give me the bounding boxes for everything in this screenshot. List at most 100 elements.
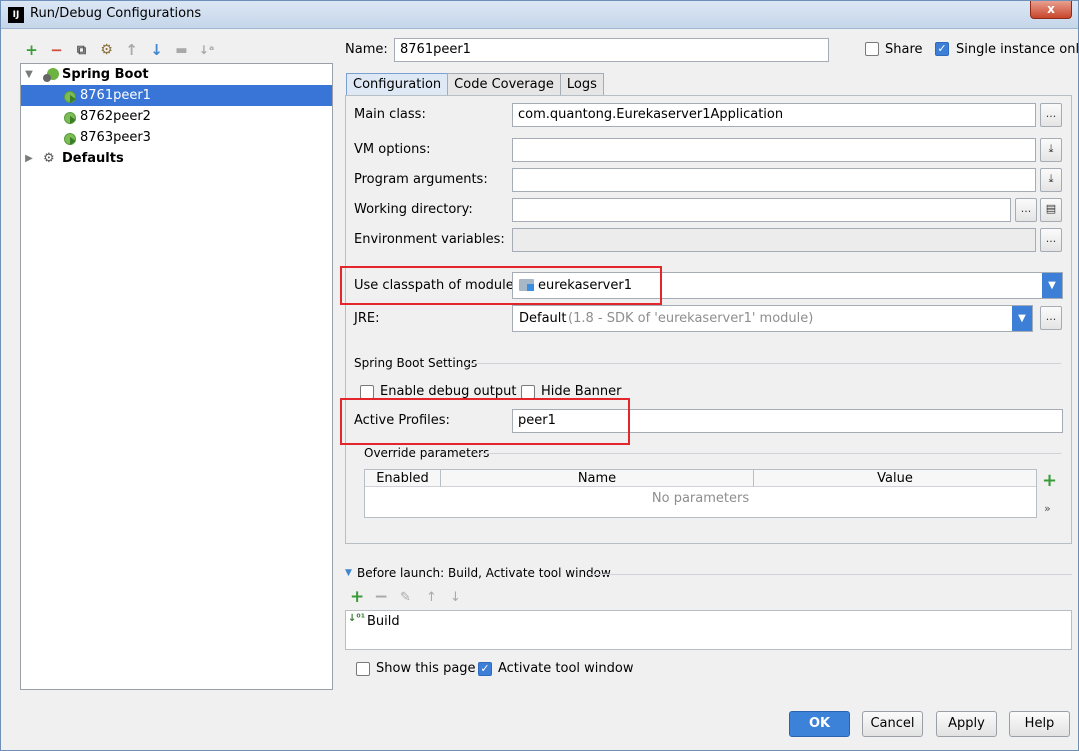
sort-icon[interactable]: ↓ᵃ	[196, 40, 217, 60]
ok-button[interactable]: OK	[789, 711, 850, 737]
tree-node-label: Defaults	[62, 151, 124, 166]
spring-run-config-icon	[64, 131, 80, 145]
wrench-icon: ⚙	[43, 151, 55, 166]
empty-table-text: No parameters	[651, 491, 750, 506]
enable-debug-output-checkbox[interactable]	[360, 385, 374, 399]
edit-environment-variables-button[interactable]: ...	[1040, 228, 1062, 252]
settings-icon[interactable]: ⚙	[96, 40, 117, 60]
insert-macro-icon[interactable]: ▤	[1040, 198, 1062, 222]
browse-working-directory-button[interactable]: ...	[1015, 198, 1037, 222]
name-label: Name:	[345, 42, 388, 57]
expanded-arrow-icon[interactable]: ▼	[24, 64, 34, 85]
configurations-toolbar: + − ⧉ ⚙ ↑ ↓ ▬ ↓ᵃ	[21, 39, 217, 61]
working-directory-field[interactable]	[512, 198, 1011, 222]
configurations-tree: ▼ Spring Boot 8761peer1 8762peer2 8763pe…	[20, 63, 333, 690]
single-instance-checkbox[interactable]: ✓	[935, 42, 949, 56]
tree-item-8763peer3[interactable]: 8763peer3	[21, 127, 332, 148]
section-divider	[468, 363, 1061, 364]
tab-logs[interactable]: Logs	[559, 73, 604, 96]
environment-variables-label: Environment variables:	[354, 232, 505, 247]
show-this-page-label: Show this page	[376, 661, 476, 676]
remove-icon[interactable]: −	[46, 40, 67, 60]
browse-jre-button[interactable]: ...	[1040, 306, 1062, 330]
tree-item-label: 8761peer1	[80, 88, 151, 103]
collapsed-arrow-icon[interactable]: ▶	[24, 148, 34, 169]
list-item-label: Build	[367, 614, 400, 629]
name-field[interactable]: 8761peer1	[394, 38, 829, 62]
jre-value: Default	[519, 311, 567, 326]
config-tabs: Configuration Code Coverage Logs	[346, 73, 604, 96]
tree-node-spring-boot[interactable]: ▼ Spring Boot	[21, 64, 332, 85]
override-parameters-title: Override parameters	[364, 446, 490, 460]
activate-tool-window-label: Activate tool window	[498, 661, 634, 676]
tab-configuration[interactable]: Configuration	[346, 73, 449, 96]
window-title: Run/Debug Configurations	[30, 6, 202, 21]
cancel-button[interactable]: Cancel	[862, 711, 923, 737]
remove-task-icon[interactable]: −	[374, 587, 388, 607]
tree-node-label: Spring Boot	[62, 67, 149, 82]
tree-node-defaults[interactable]: ▶ ⚙ Defaults	[21, 148, 332, 169]
share-checkbox[interactable]	[865, 42, 879, 56]
move-up-icon[interactable]: ↑	[121, 40, 142, 60]
tree-item-label: 8763peer3	[80, 130, 151, 145]
edit-task-icon[interactable]: ✎	[400, 590, 411, 605]
intellij-app-icon: IJ	[8, 7, 24, 23]
tab-code-coverage[interactable]: Code Coverage	[447, 73, 561, 96]
main-class-field[interactable]: com.quantong.Eurekaserver1Application	[512, 103, 1036, 127]
main-class-label: Main class:	[354, 107, 426, 122]
column-header-value[interactable]: Value	[754, 470, 1036, 487]
jre-combo[interactable]: Default (1.8 - SDK of 'eurekaserver1' mo…	[512, 305, 1033, 332]
move-down-task-icon[interactable]: ↓	[450, 590, 461, 605]
tree-item-8762peer2[interactable]: 8762peer2	[21, 106, 332, 127]
apply-button[interactable]: Apply	[936, 711, 997, 737]
vm-options-label: VM options:	[354, 142, 431, 157]
expand-vm-options-icon[interactable]: ⤓	[1040, 138, 1062, 162]
folder-icon[interactable]: ▬	[171, 40, 192, 60]
list-item-build[interactable]: ↓⁰¹ Build	[346, 612, 1071, 632]
move-down-icon[interactable]: ↓	[146, 40, 167, 60]
title-bar: IJ Run/Debug Configurations x	[1, 1, 1078, 29]
spring-boot-icon	[43, 68, 61, 82]
before-launch-title[interactable]: Before launch: Build, Activate tool wind…	[357, 566, 611, 580]
jre-label: JRE:	[354, 311, 380, 326]
help-button[interactable]: Help	[1009, 711, 1070, 737]
before-launch-list: ↓⁰¹ Build	[345, 610, 1072, 650]
jre-detail: (1.8 - SDK of 'eurekaserver1' module)	[568, 311, 814, 326]
working-directory-label: Working directory:	[354, 202, 473, 217]
column-header-enabled[interactable]: Enabled	[365, 470, 441, 487]
tree-item-8761peer1[interactable]: 8761peer1	[21, 85, 332, 106]
enable-debug-output-label: Enable debug output	[380, 384, 517, 399]
override-parameters-table[interactable]: Enabled Name Value No parameters	[364, 469, 1037, 518]
run-debug-dialog: IJ Run/Debug Configurations x + − ⧉ ⚙ ↑ …	[0, 0, 1079, 751]
add-task-icon[interactable]: +	[350, 587, 364, 607]
column-header-name[interactable]: Name	[441, 470, 754, 487]
vm-options-field[interactable]	[512, 138, 1036, 162]
build-icon: ↓⁰¹	[348, 613, 366, 624]
hide-banner-label: Hide Banner	[541, 384, 622, 399]
copy-icon[interactable]: ⧉	[71, 40, 92, 60]
single-instance-label: Single instance only	[956, 42, 1079, 57]
chevron-down-icon[interactable]: ▼	[1012, 306, 1032, 331]
close-window-button[interactable]: x	[1030, 1, 1072, 19]
chevron-down-icon[interactable]: ▼	[1042, 273, 1062, 298]
environment-variables-field[interactable]	[512, 228, 1036, 252]
add-parameter-icon[interactable]: +	[1042, 470, 1057, 491]
highlight-box-active-profiles	[340, 398, 630, 445]
highlight-box-classpath	[340, 266, 662, 305]
section-divider	[475, 453, 1061, 454]
collapse-arrow-icon[interactable]: ▼	[345, 568, 352, 578]
spring-run-config-icon	[64, 89, 80, 103]
expand-table-icon[interactable]: »	[1044, 502, 1051, 515]
hide-banner-checkbox[interactable]	[521, 385, 535, 399]
add-icon[interactable]: +	[21, 40, 42, 60]
program-arguments-field[interactable]	[512, 168, 1036, 192]
show-this-page-checkbox[interactable]	[356, 662, 370, 676]
browse-main-class-button[interactable]: ...	[1040, 103, 1062, 127]
spring-run-config-icon	[64, 110, 80, 124]
spring-boot-settings-title: Spring Boot Settings	[354, 356, 478, 370]
share-label: Share	[885, 42, 923, 57]
move-up-task-icon[interactable]: ↑	[426, 590, 437, 605]
expand-program-arguments-icon[interactable]: ⤓	[1040, 168, 1062, 192]
activate-tool-window-checkbox[interactable]: ✓	[478, 662, 492, 676]
program-arguments-label: Program arguments:	[354, 172, 488, 187]
